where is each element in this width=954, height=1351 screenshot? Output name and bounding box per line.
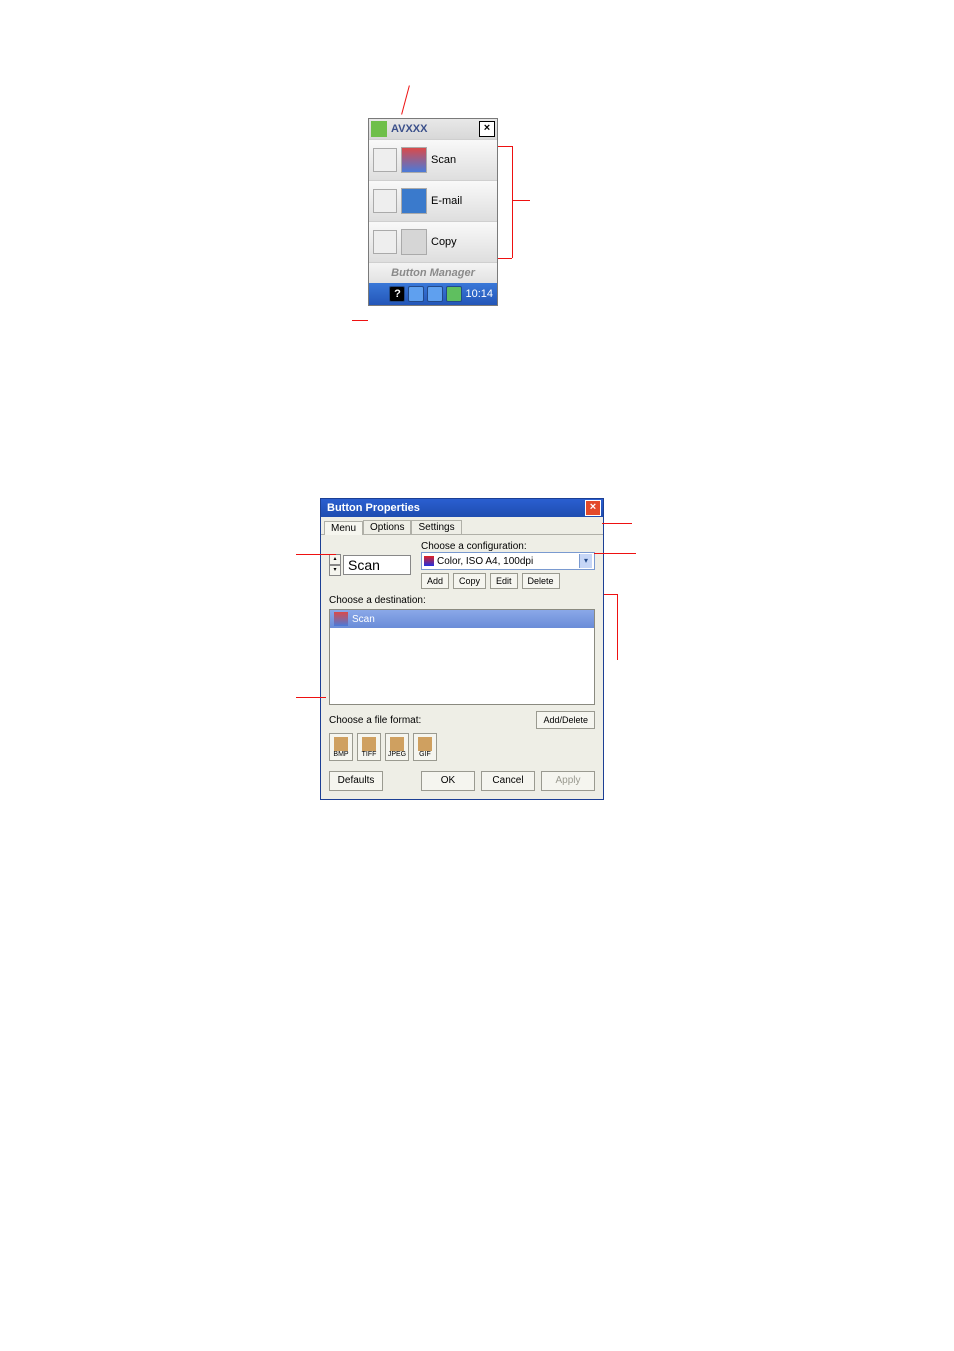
callout-line bbox=[498, 258, 512, 259]
email-thumb-icon bbox=[373, 189, 397, 213]
config-copy-button[interactable]: Copy bbox=[453, 573, 486, 589]
callout-line bbox=[512, 146, 513, 258]
add-delete-button[interactable]: Add/Delete bbox=[536, 711, 595, 729]
stepper[interactable]: ▴ ▾ bbox=[329, 554, 341, 576]
tiff-icon bbox=[362, 737, 376, 751]
config-selected-value: Color, ISO A4, 100dpi bbox=[437, 556, 533, 567]
close-icon[interactable]: × bbox=[479, 121, 495, 137]
dialog-tabs: Menu Options Settings bbox=[321, 517, 603, 535]
panel-item-copy[interactable]: Copy bbox=[369, 221, 497, 262]
file-format-toolbar: BMP TIFF JPEG GIF bbox=[329, 733, 595, 761]
dialog-titlebar: Button Properties × bbox=[321, 499, 603, 517]
scan-thumb-icon bbox=[373, 148, 397, 172]
format-label: GIF bbox=[419, 751, 431, 758]
email-app-icon bbox=[401, 188, 427, 214]
config-select[interactable]: Color, ISO A4, 100dpi ▾ bbox=[421, 552, 595, 570]
system-tray: ? 10:14 bbox=[369, 283, 497, 305]
format-label: JPEG bbox=[388, 751, 406, 758]
callout-line bbox=[602, 523, 632, 524]
panel-footer: Button Manager bbox=[369, 262, 497, 283]
tray-clock: 10:14 bbox=[465, 288, 493, 300]
format-label: TIFF bbox=[362, 751, 377, 758]
scanner-tray-icon[interactable] bbox=[446, 286, 462, 302]
chevron-down-icon[interactable]: ▾ bbox=[579, 554, 592, 568]
destination-item-scan[interactable]: Scan bbox=[330, 610, 594, 628]
callout-line bbox=[512, 200, 530, 201]
button-properties-dialog: Button Properties × Menu Options Setting… bbox=[320, 498, 604, 800]
bmp-icon bbox=[334, 737, 348, 751]
callout-line bbox=[296, 554, 336, 555]
defaults-button[interactable]: Defaults bbox=[329, 771, 383, 791]
back-tray-icon[interactable] bbox=[427, 286, 443, 302]
device-tray-icon[interactable] bbox=[408, 286, 424, 302]
choose-file-format-label: Choose a file format: bbox=[329, 715, 421, 726]
close-icon[interactable]: × bbox=[585, 500, 601, 516]
dialog-title: Button Properties bbox=[327, 502, 420, 514]
config-add-button[interactable]: Add bbox=[421, 573, 449, 589]
tab-menu[interactable]: Menu bbox=[324, 521, 363, 535]
callout-line bbox=[352, 320, 368, 321]
callout-line bbox=[594, 553, 636, 554]
cancel-button[interactable]: Cancel bbox=[481, 771, 535, 791]
callout-line bbox=[617, 594, 618, 660]
copy-app-icon bbox=[401, 229, 427, 255]
panel-item-label: E-mail bbox=[431, 195, 462, 207]
destination-list[interactable]: Scan bbox=[329, 609, 595, 705]
format-bmp[interactable]: BMP bbox=[329, 733, 353, 761]
apply-button[interactable]: Apply bbox=[541, 771, 595, 791]
format-gif[interactable]: GIF bbox=[413, 733, 437, 761]
destination-item-label: Scan bbox=[352, 614, 375, 625]
button-manager-panel: AVXXX × Scan E-mail Copy Button Manager … bbox=[368, 118, 498, 306]
scan-name-field[interactable]: Scan bbox=[343, 555, 411, 575]
panel-title: AVXXX bbox=[391, 123, 479, 135]
config-delete-button[interactable]: Delete bbox=[522, 573, 560, 589]
dialog-body: ▴ ▾ Scan Choose a configuration: Color, … bbox=[321, 535, 603, 767]
panel-item-email[interactable]: E-mail bbox=[369, 180, 497, 221]
panel-item-scan[interactable]: Scan bbox=[369, 139, 497, 180]
format-label: BMP bbox=[333, 751, 348, 758]
callout-line bbox=[401, 85, 410, 114]
copy-thumb-icon bbox=[373, 230, 397, 254]
help-tray-icon[interactable]: ? bbox=[389, 286, 405, 302]
scan-app-icon bbox=[401, 147, 427, 173]
jpeg-icon bbox=[390, 737, 404, 751]
choose-destination-label: Choose a destination: bbox=[329, 595, 595, 606]
callout-line bbox=[604, 594, 618, 595]
format-tiff[interactable]: TIFF bbox=[357, 733, 381, 761]
panel-item-label: Copy bbox=[431, 236, 457, 248]
scan-stepper-field[interactable]: ▴ ▾ Scan bbox=[329, 541, 411, 589]
ok-button[interactable]: OK bbox=[421, 771, 475, 791]
gif-icon bbox=[418, 737, 432, 751]
step-down-icon[interactable]: ▾ bbox=[329, 565, 341, 576]
destination-icon bbox=[334, 612, 348, 626]
config-edit-button[interactable]: Edit bbox=[490, 573, 518, 589]
step-up-icon[interactable]: ▴ bbox=[329, 554, 341, 565]
tab-settings[interactable]: Settings bbox=[411, 520, 461, 534]
choose-config-label: Choose a configuration: bbox=[421, 541, 595, 552]
app-icon bbox=[371, 121, 387, 137]
tab-options[interactable]: Options bbox=[363, 520, 411, 534]
callout-line bbox=[296, 697, 326, 698]
panel-titlebar: AVXXX × bbox=[369, 119, 497, 139]
callout-line bbox=[498, 146, 512, 147]
panel-item-label: Scan bbox=[431, 154, 456, 166]
format-jpeg[interactable]: JPEG bbox=[385, 733, 409, 761]
dialog-button-row: Defaults OK Cancel Apply bbox=[321, 767, 603, 799]
config-swatch-icon bbox=[424, 556, 434, 566]
